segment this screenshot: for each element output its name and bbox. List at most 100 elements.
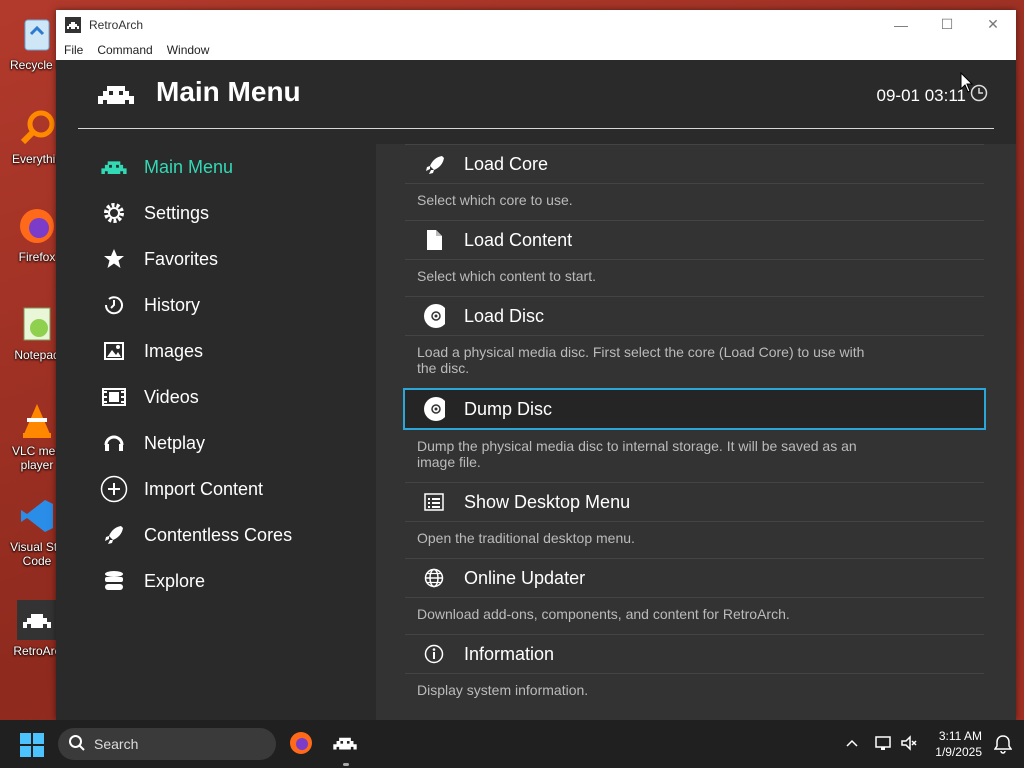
- search-placeholder: Search: [94, 736, 139, 752]
- close-button[interactable]: ✕: [970, 10, 1016, 39]
- menu-entry-load-content[interactable]: Load Content Select which content to sta…: [405, 220, 984, 284]
- window-title: RetroArch: [89, 17, 144, 32]
- taskbar-retroarch-icon[interactable]: [332, 730, 360, 766]
- sidebar-item-contentless-cores[interactable]: Contentless Cores: [78, 512, 376, 558]
- entry-label: Load Disc: [464, 305, 545, 326]
- sidebar-item-netplay[interactable]: Netplay: [78, 420, 376, 466]
- sidebar-item-explore[interactable]: Explore: [78, 558, 376, 604]
- entry-label: Online Updater: [464, 567, 586, 588]
- menu-entry-load-disc[interactable]: Load Disc Load a physical media disc. Fi…: [405, 296, 984, 376]
- globe-icon: [423, 567, 445, 589]
- clock-text: 09-01 03:11: [876, 86, 966, 105]
- disc-icon: [423, 397, 445, 421]
- menu-entries-panel: Load Core Select which core to use. Load…: [376, 144, 1016, 720]
- headset-icon: [100, 429, 128, 457]
- network-icon[interactable]: [874, 734, 892, 752]
- window-titlebar[interactable]: RetroArch — ☐ ✕: [56, 10, 1016, 39]
- database-icon: [100, 567, 128, 595]
- sidebar-item-label: Import Content: [144, 478, 264, 499]
- plus-circle-icon: [100, 475, 128, 503]
- recycle-bin-icon: [17, 14, 57, 54]
- sidebar-item-label: History: [144, 294, 201, 315]
- film-icon: [100, 383, 128, 411]
- taskbar-firefox-icon[interactable]: [288, 730, 316, 758]
- entry-description: Dump the physical media disc to internal…: [417, 438, 857, 470]
- entry-row[interactable]: Load Disc: [405, 296, 984, 336]
- taskbar-search[interactable]: Search: [58, 728, 276, 760]
- sidebar-item-label: Netplay: [144, 432, 206, 453]
- menu-entry-online-updater[interactable]: Online Updater Download add-ons, compone…: [405, 558, 984, 622]
- sidebar-item-settings[interactable]: Settings: [78, 190, 376, 236]
- taskbar-date: 1/9/2025: [935, 745, 982, 759]
- page-header: Main Menu 09-01 03:11: [78, 60, 994, 129]
- sidebar-item-main-menu[interactable]: Main Menu: [78, 144, 376, 190]
- entry-row-selected[interactable]: Dump Disc: [403, 388, 986, 430]
- entry-label: Load Core: [464, 153, 549, 174]
- sidebar-item-label: Explore: [144, 570, 206, 591]
- file-icon: [423, 229, 445, 251]
- chevron-up-icon[interactable]: [846, 738, 858, 748]
- entry-row[interactable]: Load Content: [405, 220, 984, 260]
- menu-entry-dump-disc[interactable]: Dump Disc Dump the physical media disc t…: [403, 388, 986, 470]
- entry-label: Show Desktop Menu: [464, 491, 631, 512]
- windows-start-icon[interactable]: [20, 733, 44, 757]
- sidebar-item-label: Videos: [144, 386, 199, 407]
- rocket-icon: [423, 153, 445, 175]
- entry-row[interactable]: Show Desktop Menu: [405, 482, 984, 522]
- taskbar-clock[interactable]: 3:11 AM 1/9/2025: [935, 728, 982, 760]
- disc-icon: [423, 304, 445, 328]
- menu-window[interactable]: Window: [167, 43, 210, 57]
- entry-description: Display system information.: [417, 682, 589, 698]
- sidebar-item-history[interactable]: History: [78, 282, 376, 328]
- sidebar-item-label: Favorites: [144, 248, 219, 269]
- menu-bar: File Command Window: [56, 39, 1016, 61]
- menu-entry-show-desktop-menu[interactable]: Show Desktop Menu Open the traditional d…: [405, 482, 984, 546]
- sidebar-item-label: Images: [144, 340, 204, 361]
- rocket-icon: [100, 521, 128, 549]
- list-icon: [423, 491, 445, 513]
- info-icon: [423, 643, 445, 665]
- retroarch-window: RetroArch — ☐ ✕ File Command Window Main…: [56, 10, 1016, 720]
- entry-description: Select which content to start.: [417, 268, 596, 284]
- entry-row[interactable]: Information: [405, 634, 984, 674]
- sidebar-item-images[interactable]: Images: [78, 328, 376, 374]
- entry-description: Download add-ons, components, and conten…: [417, 606, 790, 622]
- image-icon: [100, 337, 128, 365]
- search-icon: [68, 734, 86, 755]
- retroarch-icon: [17, 600, 57, 640]
- sidebar-item-favorites[interactable]: Favorites: [78, 236, 376, 282]
- sidebar-item-label: Contentless Cores: [144, 524, 293, 545]
- taskbar-time: 3:11 AM: [938, 729, 982, 743]
- entry-description: Select which core to use.: [417, 192, 573, 208]
- invader-icon: [100, 153, 128, 181]
- everything-search-icon: [17, 108, 57, 148]
- mouse-cursor-icon: [960, 72, 974, 93]
- menu-file[interactable]: File: [64, 43, 83, 57]
- notification-bell-icon[interactable]: [994, 734, 1012, 754]
- maximize-button[interactable]: ☐: [924, 10, 970, 39]
- entry-description: Open the traditional desktop menu.: [417, 530, 635, 546]
- menu-entry-information[interactable]: Information Display system information.: [405, 634, 984, 698]
- menu-entry-load-core[interactable]: Load Core Select which core to use.: [405, 144, 984, 208]
- entry-row[interactable]: Online Updater: [405, 558, 984, 598]
- notepad-icon: [17, 304, 57, 344]
- entry-description: Load a physical media disc. First select…: [417, 344, 865, 376]
- volume-muted-icon[interactable]: [900, 734, 918, 752]
- entry-label: Load Content: [464, 229, 573, 250]
- taskbar: Search 3:11 AM 1/9/2025: [0, 720, 1024, 768]
- sidebar-item-import-content[interactable]: Import Content: [78, 466, 376, 512]
- invader-icon: [96, 80, 136, 113]
- xmb-content: Main Menu 09-01 03:11 Main Menu Settings: [56, 60, 1016, 720]
- sidebar-item-label: Settings: [144, 202, 210, 223]
- vlc-icon: [17, 400, 57, 440]
- page-title: Main Menu: [156, 76, 301, 107]
- star-icon: [100, 245, 128, 273]
- history-icon: [100, 291, 128, 319]
- firefox-icon: [17, 206, 57, 246]
- sidebar-item-videos[interactable]: Videos: [78, 374, 376, 420]
- sidebar: Main Menu Settings Favorites History Ima…: [78, 144, 376, 604]
- menu-command[interactable]: Command: [97, 43, 152, 57]
- minimize-button[interactable]: —: [878, 10, 924, 39]
- entry-row[interactable]: Load Core: [405, 144, 984, 184]
- gear-icon: [100, 199, 128, 227]
